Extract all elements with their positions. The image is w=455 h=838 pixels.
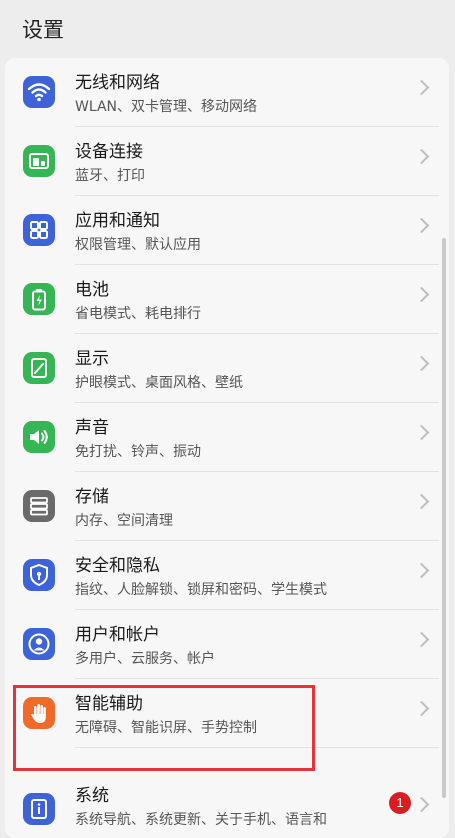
chevron-right-icon	[413, 631, 430, 648]
chevron-right-icon	[413, 424, 430, 441]
chevron-right-icon	[413, 796, 430, 813]
sound-icon	[23, 421, 55, 453]
chevron-right-icon	[413, 355, 430, 372]
notification-badge: 1	[389, 792, 411, 814]
apps-icon	[23, 214, 55, 246]
settings-item-apps-notifications[interactable]: 应用和通知 权限管理、默认应用	[5, 196, 449, 265]
chevron-right-icon	[413, 217, 430, 234]
display-icon	[23, 352, 55, 384]
item-subtitle: 省电模式、耗电排行	[75, 306, 201, 322]
item-title: 显示	[75, 349, 109, 369]
item-title: 安全和隐私	[75, 556, 160, 576]
item-title: 设备连接	[75, 142, 143, 162]
header: 设置	[0, 0, 455, 56]
settings-item-system[interactable]: 系统 系统导航、系统更新、关于手机、语言和	[5, 771, 449, 838]
shield-icon	[23, 559, 55, 591]
item-subtitle: 指纹、人脸解锁、锁屏和密码、学生模式	[75, 582, 327, 598]
chevron-right-icon	[413, 286, 430, 303]
item-title: 系统	[75, 786, 109, 806]
item-subtitle: 内存、空间清理	[75, 513, 173, 529]
settings-item-wireless-network[interactable]: 无线和网络 WLAN、双卡管理、移动网络	[5, 58, 449, 127]
settings-item-sound[interactable]: 声音 免打扰、铃声、振动	[5, 403, 449, 472]
settings-item-device-connection[interactable]: 设备连接 蓝牙、打印	[5, 127, 449, 196]
storage-icon	[23, 490, 55, 522]
wifi-icon	[23, 76, 55, 108]
scrollbar[interactable]	[442, 238, 446, 798]
item-subtitle: 系统导航、系统更新、关于手机、语言和	[75, 812, 327, 828]
chevron-right-icon	[413, 79, 430, 96]
chevron-right-icon	[413, 700, 430, 717]
settings-item-storage[interactable]: 存储 内存、空间清理	[5, 472, 449, 541]
settings-item-display[interactable]: 显示 护眼模式、桌面风格、壁纸	[5, 334, 449, 403]
item-subtitle: 蓝牙、打印	[75, 168, 145, 184]
item-title: 用户和帐户	[75, 625, 160, 645]
highlight-box	[13, 685, 315, 771]
settings-item-security-privacy[interactable]: 安全和隐私 指纹、人脸解锁、锁屏和密码、学生模式	[5, 541, 449, 610]
item-subtitle: 多用户、云服务、帐户	[75, 651, 215, 667]
item-title: 电池	[75, 280, 109, 300]
item-title: 存储	[75, 487, 109, 507]
item-title: 声音	[75, 418, 109, 438]
system-info-icon	[23, 793, 55, 825]
page-title: 设置	[22, 18, 64, 42]
item-subtitle: 权限管理、默认应用	[75, 237, 201, 253]
battery-icon	[23, 283, 55, 315]
item-title: 应用和通知	[75, 211, 160, 231]
chevron-right-icon	[413, 148, 430, 165]
item-subtitle: 护眼模式、桌面风格、壁纸	[75, 375, 243, 391]
item-subtitle: 免打扰、铃声、振动	[75, 444, 201, 460]
item-title: 无线和网络	[75, 73, 160, 93]
chevron-right-icon	[413, 493, 430, 510]
device-connect-icon	[23, 145, 55, 177]
chevron-right-icon	[413, 562, 430, 579]
item-subtitle: WLAN、双卡管理、移动网络	[75, 99, 258, 115]
settings-item-battery[interactable]: 电池 省电模式、耗电排行	[5, 265, 449, 334]
settings-item-users-accounts[interactable]: 用户和帐户 多用户、云服务、帐户	[5, 610, 449, 679]
user-icon	[23, 628, 55, 660]
